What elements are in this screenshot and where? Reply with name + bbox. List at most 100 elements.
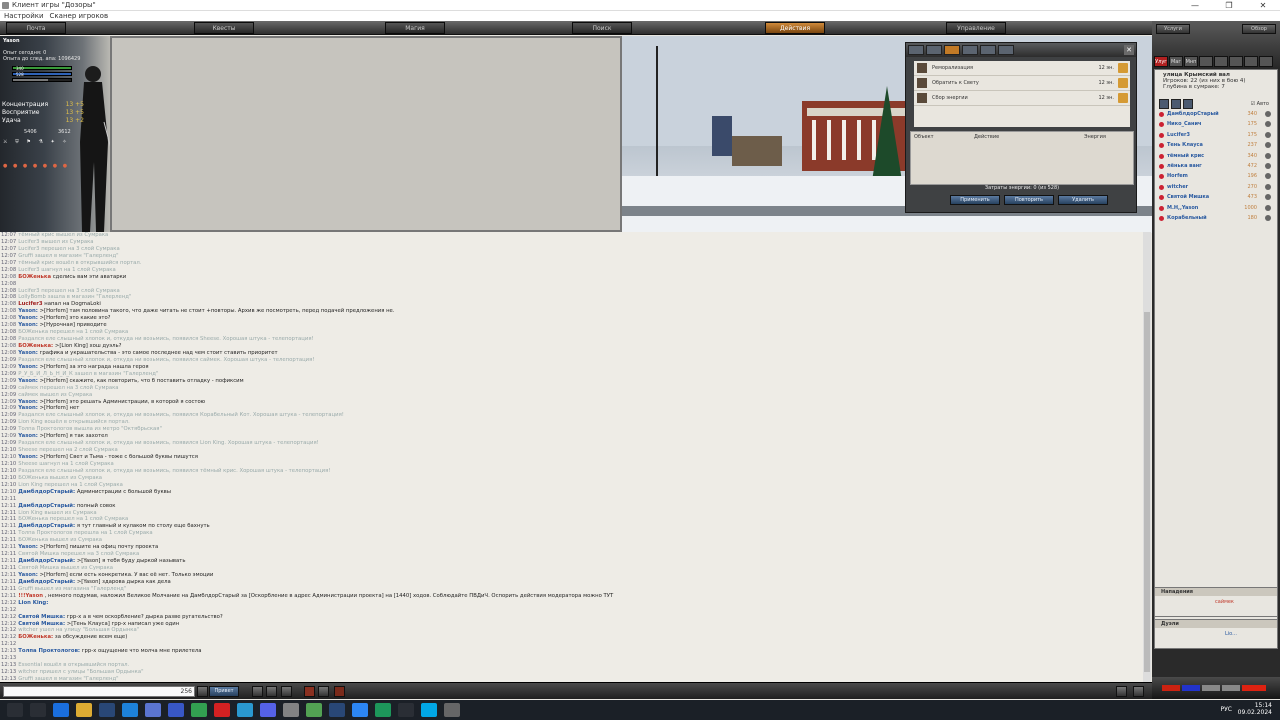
effect-icons[interactable]: ● ● ● ● ● ● ● <box>3 163 69 169</box>
services-button[interactable]: Услуги <box>1156 24 1190 34</box>
player-name[interactable]: ДамблдорСтарый <box>1167 111 1219 117</box>
tool-icon[interactable] <box>283 703 299 717</box>
spell-tab-6[interactable] <box>998 45 1014 55</box>
fight-icon[interactable] <box>304 686 315 697</box>
tool-icon[interactable] <box>1171 98 1181 109</box>
maximize-button[interactable]: ❐ <box>1212 0 1246 11</box>
menu-player-scanner[interactable]: Сканер игроков <box>50 11 109 21</box>
repeat-button[interactable]: Повторить <box>1004 195 1054 205</box>
chat-sender[interactable]: БОЖенька: <box>18 343 53 349</box>
tool-icon[interactable] <box>1183 98 1193 109</box>
player-row[interactable]: Lucifer3 175 <box>1155 130 1277 140</box>
filter-icon[interactable] <box>252 686 263 697</box>
spell-row[interactable]: Реморализация 12 эн. <box>914 61 1130 76</box>
tab-extra-1[interactable] <box>1199 56 1213 67</box>
info-icon[interactable] <box>1265 131 1271 138</box>
settings-icon[interactable] <box>266 686 277 697</box>
info-icon[interactable] <box>1265 183 1271 190</box>
app-icon[interactable] <box>375 703 391 717</box>
app-icon[interactable] <box>398 703 414 717</box>
info-icon[interactable] <box>1265 142 1271 149</box>
chat-sender[interactable]: Yason: <box>18 378 38 384</box>
minimize-button[interactable]: — <box>1178 0 1212 11</box>
chat-sender[interactable]: Yason: <box>18 405 38 411</box>
chat-sender[interactable]: Толпа Проктологов: <box>18 648 80 654</box>
cast-icon[interactable] <box>1118 63 1128 73</box>
player-name[interactable]: Horfem <box>1167 173 1188 179</box>
cast-icon[interactable] <box>1118 93 1128 103</box>
smiley-icon[interactable] <box>197 686 208 697</box>
save-icon[interactable] <box>168 703 184 717</box>
chat-sender[interactable]: Святой Мишка: <box>18 614 65 620</box>
explorer-icon[interactable] <box>76 703 92 717</box>
chat-sender[interactable]: Святой Мишка: <box>18 621 65 627</box>
chat-sender[interactable]: ДамблдорСтарый: <box>18 503 75 509</box>
player-name[interactable]: лёнька ванг <box>1167 163 1202 169</box>
info-icon[interactable] <box>1265 111 1271 117</box>
task-view-icon[interactable] <box>30 703 46 717</box>
info-icon[interactable] <box>1265 152 1271 159</box>
chat-sender[interactable]: БОЖенька <box>18 274 51 280</box>
cast-icon[interactable] <box>1118 78 1128 88</box>
close-icon[interactable]: ✕ <box>1124 45 1134 55</box>
player-row[interactable]: witcher 270 <box>1155 182 1277 192</box>
player-name[interactable]: Lucifer3 <box>1167 132 1190 138</box>
info-icon[interactable] <box>1265 162 1271 169</box>
chat-scrollbar[interactable] <box>1143 232 1151 682</box>
scroll-thumb[interactable] <box>1144 312 1150 672</box>
player-name[interactable]: тёмный крис <box>1167 153 1204 159</box>
search-icon[interactable] <box>7 703 23 717</box>
nav-search[interactable]: Поиск <box>572 22 632 34</box>
player-name[interactable]: Нико_Санич <box>1167 121 1201 127</box>
chat-sender[interactable]: Lucifer3 <box>18 301 42 307</box>
equipment-icons[interactable]: ⚔ ⛨ ⚑ ⚗ ✦ ✧ <box>3 139 70 145</box>
menu-settings[interactable]: Настройки <box>4 11 44 21</box>
apply-button[interactable]: Применить <box>950 195 1000 205</box>
sword-icon[interactable] <box>318 686 329 697</box>
chat-sender[interactable]: Yason: <box>18 322 38 328</box>
app-icon[interactable] <box>306 703 322 717</box>
steam-icon[interactable] <box>99 703 115 717</box>
steam-icon[interactable] <box>329 703 345 717</box>
spell-tab-4[interactable] <box>962 45 978 55</box>
zoom-icon[interactable] <box>352 703 368 717</box>
nav-quests[interactable]: Квесты <box>194 22 254 34</box>
chat-sender[interactable]: Yason: <box>18 364 38 370</box>
tab-extra-5[interactable] <box>1259 56 1273 67</box>
spell-row[interactable]: Сбор энергии 12 эн. <box>914 91 1130 106</box>
vscode-icon[interactable] <box>122 703 138 717</box>
spell-row[interactable]: Обратить к Свету 12 эн. <box>914 76 1130 91</box>
chrome-icon[interactable] <box>191 703 207 717</box>
player-row[interactable]: Святой Мишка 473 <box>1155 192 1277 202</box>
info-icon[interactable] <box>1265 214 1271 221</box>
player-name[interactable]: Корабельный <box>1167 215 1207 221</box>
info-icon[interactable] <box>1265 194 1271 201</box>
tab-location[interactable]: Улуг <box>1154 56 1168 67</box>
menu-icon[interactable] <box>1133 686 1144 697</box>
clear-icon[interactable] <box>281 686 292 697</box>
info-icon[interactable] <box>1265 173 1271 180</box>
info-icon[interactable] <box>1265 204 1271 211</box>
chat-sender[interactable]: Yason: <box>18 433 38 439</box>
chat-sender[interactable]: Yason: <box>18 572 38 578</box>
player-row[interactable]: M.H,,Yason 1000 <box>1155 203 1277 213</box>
chat-sender[interactable]: Yason: <box>18 544 38 550</box>
spell-tab-3[interactable] <box>944 45 960 55</box>
tab-extra-4[interactable] <box>1244 56 1258 67</box>
spell-tab-5[interactable] <box>980 45 996 55</box>
chat-sender[interactable]: Yason: <box>18 454 38 460</box>
chat-input[interactable]: 256 <box>3 686 195 697</box>
chat-sender[interactable]: Lion King: <box>18 600 48 606</box>
player-name[interactable]: Тень Клауса <box>1167 142 1203 148</box>
nav-mail[interactable]: Почта <box>6 22 66 34</box>
tab-extra-2[interactable] <box>1214 56 1228 67</box>
chat-sender[interactable]: !!!Yason <box>18 593 43 599</box>
nav-manage[interactable]: Управление <box>946 22 1006 34</box>
close-button[interactable]: ✕ <box>1246 0 1280 11</box>
discord-icon[interactable] <box>260 703 276 717</box>
spell-tab-1[interactable] <box>908 45 924 55</box>
player-row[interactable]: Нико_Санич 175 <box>1155 119 1277 129</box>
player-name[interactable]: witcher <box>1167 184 1188 190</box>
chat-sender[interactable]: ДамблдорСтарый: <box>18 558 75 564</box>
language-indicator[interactable]: РУС <box>1221 706 1232 713</box>
